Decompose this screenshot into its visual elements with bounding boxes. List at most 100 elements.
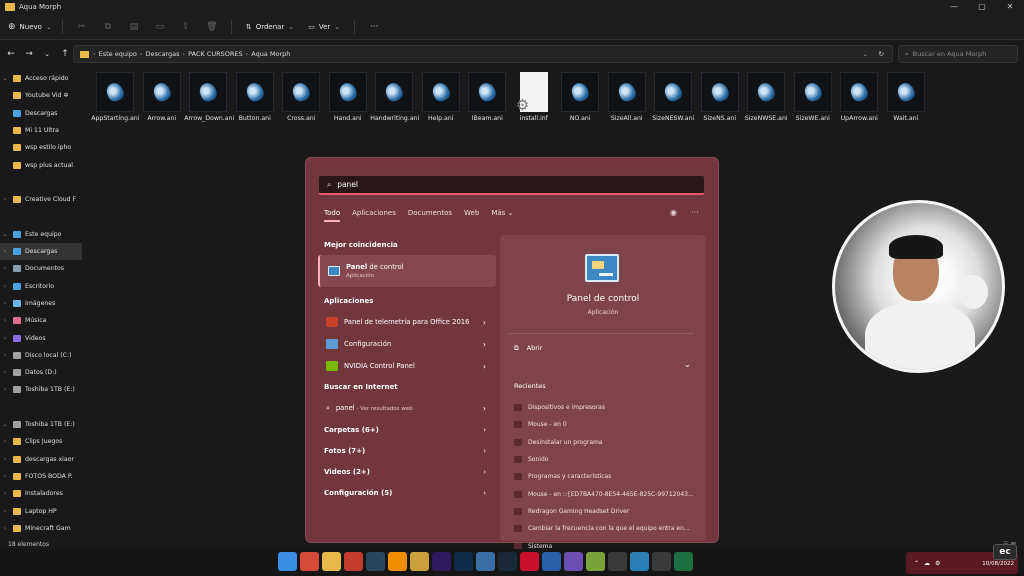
sidebar-item[interactable]: › Toshiba 1TB (E:) [0,381,82,398]
recent-item[interactable]: Redragon Gaming Headset Driver [514,503,699,520]
explorer-taskbar-icon[interactable] [322,552,341,571]
web-search-item[interactable]: ⌕ panel - Ver resultados web › [318,397,496,419]
open-action[interactable]: ⧉ Abrir [514,344,542,353]
recent-item[interactable]: Mouse - en 0 [514,416,699,433]
up-arrow-icon[interactable]: ↑ [56,49,74,59]
address-bar[interactable]: › Este equipo › Descargas › PACK CURSORE… [73,45,893,63]
file-item[interactable]: Help.ani [418,72,465,142]
chevron-icon[interactable]: › [0,196,10,203]
folder-taskbar-icon[interactable] [410,552,429,571]
steam2-taskbar-icon[interactable] [498,552,517,571]
more-icon[interactable]: ··· [691,208,699,217]
sidebar-item[interactable]: Youtube Vid ✲ [0,87,82,104]
chevron-icon[interactable]: › [0,386,10,393]
file-item[interactable]: Arrow.ani [139,72,186,142]
file-item[interactable]: SizeNESW.ani [650,72,697,142]
sidebar-item[interactable]: Mi 11 Ultra [0,122,82,139]
recent-item[interactable]: Cambiar la frecuencia con la que el equi… [514,520,699,537]
chevron-icon[interactable]: › [0,438,10,445]
breadcrumb-item[interactable]: Descargas [145,50,179,58]
photoshop-taskbar-icon[interactable] [454,552,473,571]
file-item[interactable]: AppStarting.ani [91,72,139,142]
new-button[interactable]: ⊕ Nuevo ⌄ [8,22,52,32]
cut-icon[interactable]: ✂ [69,22,95,32]
chevron-icon[interactable]: › [0,317,10,324]
breadcrumb-item[interactable]: Aqua Morph [251,50,290,58]
steam-taskbar-icon[interactable] [366,552,385,571]
sidebar-item[interactable]: › Videos [0,329,82,346]
premiere-taskbar-icon[interactable] [432,552,451,571]
search-tab[interactable]: Web [464,209,479,222]
file-item[interactable]: UpArrow.ani [836,72,883,142]
delete-icon[interactable]: 🗑 [199,22,225,32]
search-box[interactable]: ⌕ Buscar en Aqua Morph [898,45,1018,63]
sidebar-item[interactable]: wsp plus actual [0,156,82,173]
sidebar-item[interactable]: › Instaladores [0,485,82,502]
chevron-icon[interactable]: › [0,473,10,480]
more-options-button[interactable]: ··· [361,22,387,32]
chevron-icon[interactable]: › [0,508,10,515]
category-section[interactable]: Configuración (5) › [318,482,496,503]
sidebar-item[interactable]: Descargas [0,105,82,122]
file-item[interactable]: SizeAll.ani [604,72,651,142]
chevron-icon[interactable]: › [0,490,10,497]
excel-taskbar-icon[interactable] [674,552,693,571]
chevron-icon[interactable]: › [0,265,10,272]
chevron-down-icon[interactable]: ⌄ [863,50,868,58]
chevron-icon[interactable]: › [0,352,10,359]
store-taskbar-icon[interactable] [542,552,561,571]
sidebar-item[interactable]: › Imágenes [0,295,82,312]
start-search-input[interactable]: ⌕ panel [318,175,705,195]
breadcrumb-item[interactable]: Este equipo [99,50,137,58]
start-taskbar-icon[interactable] [278,552,297,571]
clock-date[interactable]: 10/08/2022 [982,561,1014,567]
app-result[interactable]: Panel de telemetría para Office 2016 › [318,311,496,333]
sidebar-item[interactable]: ⌄ Toshiba 1TB (E:) [0,416,82,433]
recent-item[interactable]: Programas y características [514,468,699,485]
best-match-item[interactable]: Panel de control Aplicación [318,255,496,287]
chevron-icon[interactable]: › [0,248,10,255]
sidebar-item[interactable]: › Música [0,312,82,329]
chevron-icon[interactable]: ⌄ [0,421,10,428]
search-tab[interactable]: Aplicaciones [352,209,396,222]
file-item[interactable]: Hand.ani [325,72,372,142]
sidebar-item[interactable]: › Creative Cloud F [0,191,82,208]
chat-taskbar-icon[interactable] [476,552,495,571]
refresh-icon[interactable]: ↻ [879,50,884,58]
chrome-taskbar-icon[interactable] [300,552,319,571]
app-result[interactable]: NVIDIA Control Panel › [318,355,496,377]
chevron-down-icon[interactable]: ⌄ [38,50,56,58]
back-arrow-icon[interactable]: ← [2,49,20,59]
game-taskbar-icon[interactable] [564,552,583,571]
chevron-icon[interactable]: › [0,335,10,342]
search-tab[interactable]: Documentos [408,209,452,222]
search-tab[interactable]: Todo [324,209,341,222]
copy-icon[interactable]: ⧉ [95,22,121,32]
sidebar-item[interactable]: ⌄ Este equipo [0,226,82,243]
chevron-icon[interactable]: › [0,525,10,532]
file-item[interactable]: SizeNWSE.ani [743,72,790,142]
sidebar-item[interactable]: › FOTOS BODA P. [0,468,82,485]
paste-icon[interactable]: ▤ [121,22,147,32]
chevron-icon[interactable]: ⌄ [0,231,10,238]
file-item[interactable]: Cross.ani [278,72,325,142]
sidebar-item[interactable]: › Descargas [0,242,82,261]
sidebar-item[interactable]: › Documentos [0,260,82,277]
maximize-button[interactable]: ▢ [968,0,996,14]
file-item[interactable]: IBeam.ani [464,72,511,142]
chevron-icon[interactable]: › [0,300,10,307]
terminal-taskbar-icon[interactable] [652,552,671,571]
sidebar-item[interactable]: › Laptop HP [0,502,82,519]
breadcrumb-item[interactable]: PACK CURSORES [188,50,243,58]
category-section[interactable]: Fotos (7+) › [318,440,496,461]
sidebar-item[interactable]: › descargas xiaor [0,451,82,468]
recent-item[interactable]: Mouse - en ::{ED7BA470-8E54-465E-825C-99… [514,485,699,502]
chevron-icon[interactable]: › [0,283,10,290]
minimize-button[interactable]: — [940,0,968,14]
sidebar-item[interactable]: › Datos (D:) [0,364,82,381]
chevron-icon[interactable]: › [0,369,10,376]
file-item[interactable]: SizeNS.ani [697,72,744,142]
file-item[interactable]: Handwriting.ani [370,72,419,142]
chevron-icon[interactable]: › [0,456,10,463]
sidebar-item[interactable]: › Escritorio [0,278,82,295]
